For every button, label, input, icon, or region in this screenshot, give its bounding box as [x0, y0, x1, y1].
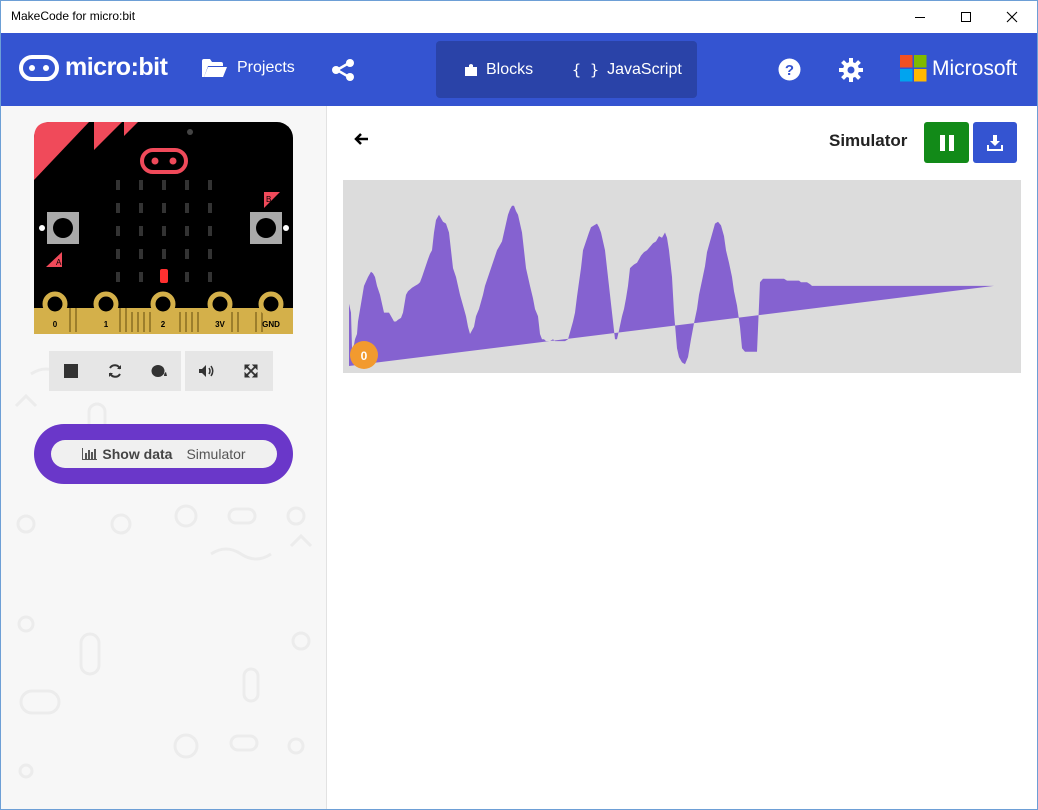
- show-data-sublabel: Simulator: [186, 446, 246, 462]
- close-button[interactable]: [989, 1, 1035, 33]
- microbit-logo-icon: [19, 54, 59, 81]
- title-bar: MakeCode for micro:bit: [1, 1, 1037, 33]
- blocks-tab[interactable]: Blocks: [464, 61, 533, 79]
- pin-label: GND: [262, 320, 280, 329]
- svg-text:?: ?: [785, 62, 794, 79]
- pin-0[interactable]: [42, 291, 68, 317]
- editor-toggle: Blocks { } JavaScript: [436, 41, 697, 98]
- share-icon: [332, 59, 354, 81]
- download-button[interactable]: [973, 122, 1017, 163]
- refresh-icon: [109, 364, 121, 378]
- maximize-icon: [961, 12, 971, 22]
- show-data-label: Show data: [102, 446, 173, 462]
- settings-button[interactable]: [839, 58, 863, 82]
- speaker-icon: [199, 365, 214, 377]
- gear-icon: [839, 58, 863, 82]
- data-chart[interactable]: 0: [343, 180, 1021, 373]
- minimize-button[interactable]: [897, 1, 943, 33]
- pin-label: 2: [161, 320, 166, 329]
- close-icon: [1006, 11, 1018, 23]
- pause-button[interactable]: [924, 122, 969, 163]
- fullscreen-icon: [244, 364, 258, 378]
- puzzle-icon: [465, 64, 477, 76]
- series-badge-label: 0: [361, 349, 368, 363]
- pause-icon: [939, 134, 954, 151]
- help-icon: ?: [778, 58, 801, 81]
- share-button[interactable]: [331, 59, 355, 81]
- folder-open-icon: [202, 59, 227, 77]
- simulator-controls: [49, 351, 273, 391]
- restart-button[interactable]: [93, 351, 137, 391]
- pin-3v[interactable]: [207, 291, 233, 317]
- pin-2[interactable]: [150, 291, 176, 317]
- microsoft-logo-icon: [900, 55, 927, 82]
- pin-label: 1: [104, 320, 109, 329]
- code-braces-icon: { }: [572, 61, 600, 79]
- button-b-label: B: [266, 195, 271, 204]
- back-button[interactable]: [353, 131, 369, 152]
- pin-label: 0: [53, 320, 58, 329]
- data-source-title: Simulator: [823, 131, 914, 151]
- app-window: MakeCode for micro:bit micro:bit Project…: [0, 0, 1038, 810]
- microsoft-label: Microsoft: [932, 56, 1018, 80]
- projects-label: Projects: [237, 59, 295, 76]
- button-a-label: A: [56, 258, 62, 267]
- mute-button[interactable]: [185, 351, 229, 391]
- minimize-icon: [915, 17, 925, 18]
- lit-led: [160, 269, 168, 283]
- maximize-button[interactable]: [943, 1, 989, 33]
- javascript-label: JavaScript: [607, 61, 682, 78]
- pin-label: 3V: [215, 320, 225, 329]
- app-header: micro:bit Projects Blocks {} JavaScript…: [1, 33, 1037, 106]
- pin-1[interactable]: [93, 291, 119, 317]
- download-icon: [987, 134, 1003, 151]
- slow-mode-button[interactable]: [137, 351, 181, 391]
- show-data-highlight: Show data Simulator: [34, 424, 293, 484]
- show-data-button[interactable]: Show data Simulator: [51, 440, 277, 468]
- microbit-logo[interactable]: micro:bit: [19, 53, 168, 82]
- microsoft-logo[interactable]: Microsoft: [900, 55, 1017, 82]
- microbit-board[interactable]: A B 0 1 2 3V GND: [34, 122, 293, 334]
- snail-icon: [151, 365, 167, 377]
- arrow-left-icon: [354, 133, 368, 145]
- blocks-label: Blocks: [486, 61, 534, 78]
- projects-button[interactable]: Projects: [201, 58, 295, 78]
- stop-icon: [64, 364, 78, 378]
- javascript-tab[interactable]: { } JavaScript: [572, 61, 682, 79]
- pin-gnd[interactable]: [258, 291, 284, 317]
- simulator-panel: A B 0 1 2 3V GND Show data Simulator: [1, 106, 327, 809]
- help-button[interactable]: ?: [778, 58, 801, 81]
- bar-chart-icon: [82, 448, 98, 460]
- window-title: MakeCode for micro:bit: [11, 9, 136, 23]
- stop-button[interactable]: [49, 351, 93, 391]
- logo-text: micro:bit: [65, 53, 168, 81]
- fullscreen-button[interactable]: [229, 351, 273, 391]
